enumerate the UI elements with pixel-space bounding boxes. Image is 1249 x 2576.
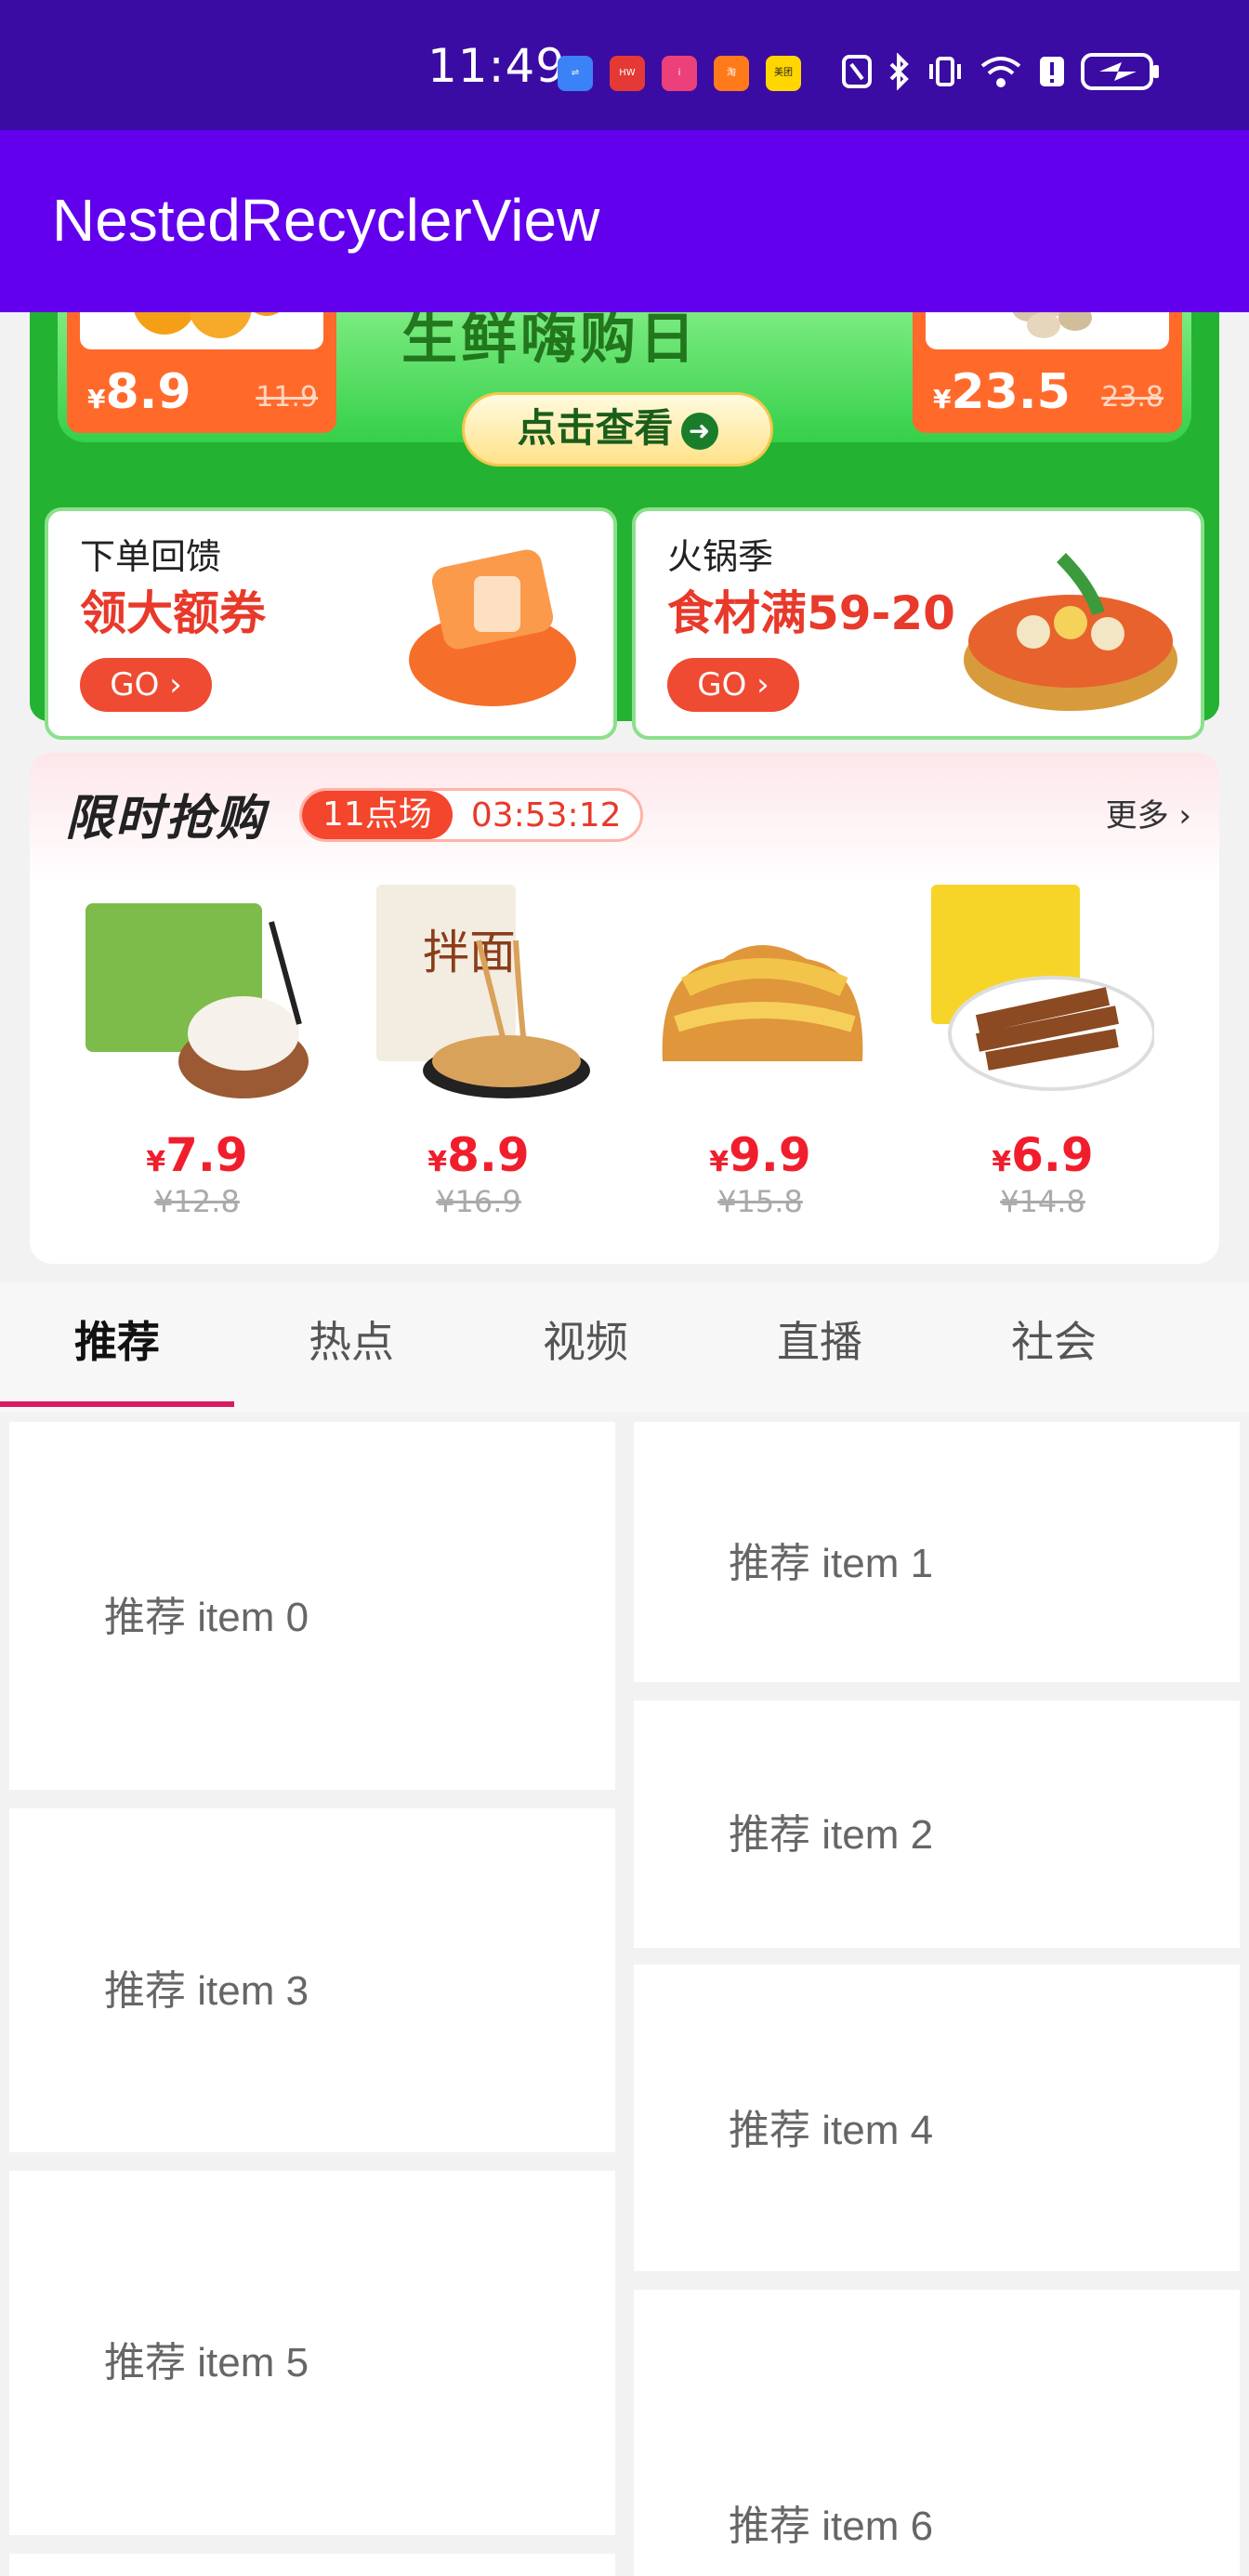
list-item[interactable]: 推荐 item 4 xyxy=(634,1965,1240,2271)
flash-item-old-price: ¥14.8 xyxy=(1000,1184,1085,1219)
list-item[interactable]: 推荐 item 6 xyxy=(634,2290,1240,2576)
list-item-label: 推荐 item 4 xyxy=(729,2108,934,2153)
tab-society[interactable]: 社会 xyxy=(937,1282,1171,1413)
product-price: ¥8.9 xyxy=(87,364,191,420)
session-badge: 11点场 xyxy=(302,791,453,839)
system-icons xyxy=(841,51,1161,92)
category-tabs: 推荐 热点 视频 直播 社会 xyxy=(0,1282,1249,1413)
flash-item-price: ¥8.9 xyxy=(427,1128,530,1182)
toolbar-title: NestedRecyclerView xyxy=(52,187,600,254)
bread-image xyxy=(662,945,863,1061)
countdown: 03:53:12 xyxy=(470,795,622,835)
promo-banner[interactable]: 生鲜嗨购日 ¥8.9 11.9 点击查看 ➜ ¥23.5 23.8 下单回馈 领大… xyxy=(30,312,1219,740)
app-toolbar: NestedRecyclerView xyxy=(0,130,1249,312)
list-item[interactable]: 推荐 item 3 xyxy=(9,1808,615,2152)
list-item-label: 推荐 item 6 xyxy=(729,2504,934,2549)
alert-icon xyxy=(1040,57,1064,86)
vibrate-icon xyxy=(929,57,961,86)
flash-item[interactable]: ¥6.9 ¥14.8 xyxy=(931,885,1156,1219)
status-bar: 11:49 ⇌ HW i 淘 美团 xyxy=(0,0,1249,130)
product-image xyxy=(80,312,323,349)
hotpot-image xyxy=(964,553,1177,711)
tab-live[interactable]: 直播 xyxy=(703,1282,937,1413)
noodles-image: 拌面 xyxy=(376,885,590,1098)
meituan-icon: 美团 xyxy=(766,56,801,91)
arrow-right-icon: ➜ xyxy=(680,412,718,450)
nfc-icon xyxy=(842,55,872,88)
list-item-label: 推荐 item 3 xyxy=(104,1968,309,2014)
taobao-icon: 淘 xyxy=(714,56,749,91)
flash-sale-section: 限时抢购 11点场 03:53:12 更多 › ¥7.9 ¥12.8 拌面 ¥8… xyxy=(30,753,1219,1264)
promo-headline: 生鲜嗨购日 xyxy=(401,312,699,372)
svg-text:拌面: 拌面 xyxy=(423,926,516,979)
dumplings-image xyxy=(85,903,309,1098)
flash-item-old-price: ¥15.8 xyxy=(717,1184,803,1219)
promo-product-right[interactable]: ¥23.5 23.8 xyxy=(913,312,1182,433)
list-item[interactable] xyxy=(9,2554,615,2576)
product-old-price: 11.9 xyxy=(256,381,318,414)
oranges-image xyxy=(134,312,280,338)
list-item[interactable]: 推荐 item 0 xyxy=(9,1422,615,1790)
promo-product-left[interactable]: ¥8.9 11.9 xyxy=(67,312,336,433)
flash-item-price: ¥7.9 xyxy=(146,1128,248,1182)
promo-card-coupon[interactable]: 下单回馈 领大额券 GO › xyxy=(45,507,617,740)
list-item-label: 推荐 item 1 xyxy=(729,1541,934,1586)
list-item-label: 推荐 item 0 xyxy=(104,1595,309,1640)
coupon-gift-image xyxy=(409,549,576,706)
card-label: 下单回馈 xyxy=(80,536,222,577)
list-item[interactable]: 推荐 item 2 xyxy=(634,1701,1240,1948)
flash-item-price: ¥9.9 xyxy=(709,1128,811,1182)
flash-item-old-price: ¥16.9 xyxy=(436,1184,521,1219)
product-old-price: 23.8 xyxy=(1101,381,1164,414)
tab-indicator xyxy=(0,1401,234,1407)
go-button[interactable]: GO › xyxy=(667,658,799,712)
check-button[interactable]: 点击查看 ➜ xyxy=(462,392,773,467)
huawei-app-icon: HW xyxy=(610,56,645,91)
nested-scroll-content[interactable]: 生鲜嗨购日 ¥8.9 11.9 点击查看 ➜ ¥23.5 23.8 下单回馈 领大… xyxy=(0,312,1249,2576)
list-item-label: 推荐 item 2 xyxy=(729,1812,934,1858)
flash-sale-timer: 11点场 03:53:12 xyxy=(299,788,643,842)
battery-charging-icon xyxy=(1081,53,1159,90)
product-price: ¥23.5 xyxy=(933,364,1071,420)
tab-hot[interactable]: 热点 xyxy=(234,1282,468,1413)
list-item[interactable]: 推荐 item 1 xyxy=(634,1422,1240,1682)
status-time: 11:49 xyxy=(427,39,567,93)
chevron-right-icon: › xyxy=(1178,797,1191,835)
promo-card-hotpot[interactable]: 火锅季 食材满59-20 GO › xyxy=(632,507,1204,740)
bluetooth-icon xyxy=(889,53,909,90)
flash-item[interactable]: 拌面 ¥8.9 ¥16.9 xyxy=(367,885,590,1219)
go-button[interactable]: GO › xyxy=(80,658,212,712)
tab-video[interactable]: 视频 xyxy=(468,1282,703,1413)
tab-recommend[interactable]: 推荐 xyxy=(0,1282,234,1413)
usb-icon: ⇌ xyxy=(558,56,593,91)
more-link[interactable]: 更多 › xyxy=(1106,790,1191,835)
card-label: 火锅季 xyxy=(667,536,774,577)
list-item-label: 推荐 item 5 xyxy=(104,2340,309,2385)
eggs-image xyxy=(1012,312,1092,338)
duck-wings-image xyxy=(931,885,1156,1091)
card-headline: 食材满59-20 xyxy=(667,586,955,640)
app-icon: i xyxy=(662,56,697,91)
list-item[interactable]: 推荐 item 5 xyxy=(9,2171,615,2535)
flash-item-old-price: ¥12.8 xyxy=(154,1184,240,1219)
notification-icons: ⇌ HW i 淘 美团 xyxy=(558,56,801,91)
flash-item-price: ¥6.9 xyxy=(992,1128,1094,1182)
flash-item[interactable]: ¥7.9 ¥12.8 xyxy=(85,885,309,1219)
flash-sale-title: 限时抢购 xyxy=(65,791,267,847)
wifi-icon xyxy=(980,57,1021,87)
card-headline: 领大额券 xyxy=(80,586,266,640)
product-image xyxy=(926,312,1169,349)
flash-item[interactable]: ¥9.9 ¥15.8 xyxy=(649,885,872,1219)
